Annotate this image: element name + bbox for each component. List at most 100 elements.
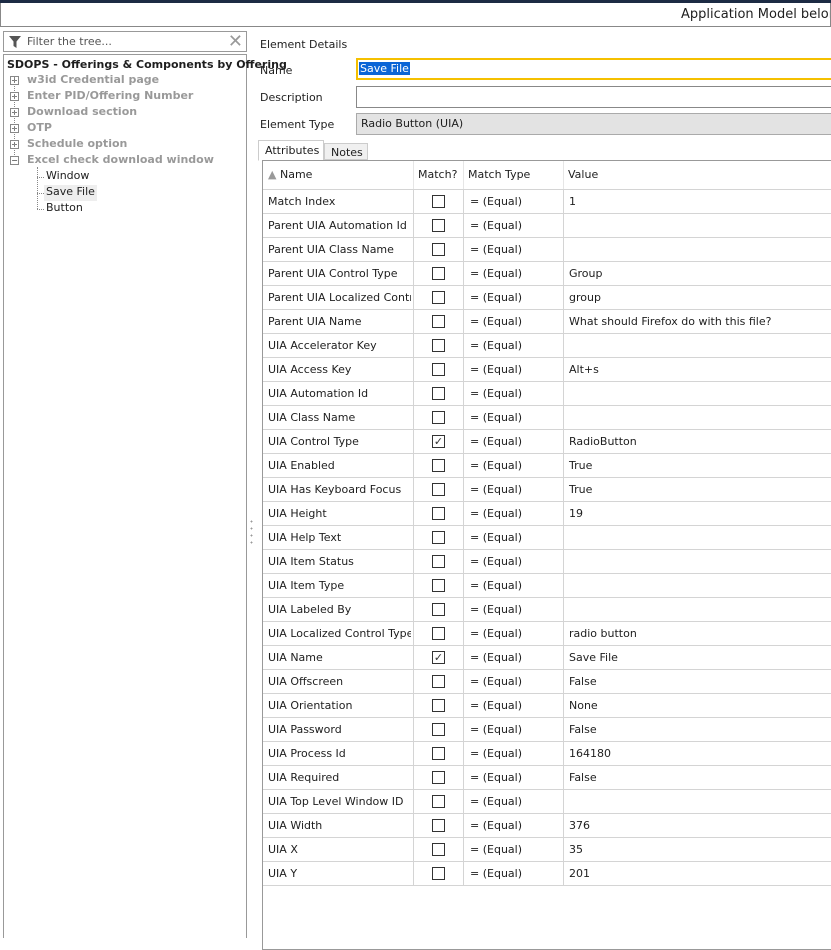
attr-value[interactable]: False — [563, 718, 831, 742]
attr-value[interactable]: Save File — [563, 646, 831, 670]
table-row[interactable]: UIA Item Status = (Equal) — [263, 549, 831, 574]
attr-value[interactable]: radio button — [563, 622, 831, 646]
match-checkbox[interactable] — [432, 219, 445, 232]
table-row[interactable]: UIA Offscreen = (Equal) False — [263, 669, 831, 694]
match-type[interactable]: = (Equal) — [463, 214, 563, 238]
match-type[interactable]: = (Equal) — [463, 598, 563, 622]
table-row[interactable]: Parent UIA Class Name = (Equal) — [263, 237, 831, 262]
match-type[interactable]: = (Equal) — [463, 742, 563, 766]
match-type[interactable]: = (Equal) — [463, 718, 563, 742]
table-row[interactable]: Match Index = (Equal) 1 — [263, 189, 831, 214]
attr-value[interactable]: 19 — [563, 502, 831, 526]
attr-value[interactable]: RadioButton — [563, 430, 831, 454]
match-type[interactable]: = (Equal) — [463, 838, 563, 862]
table-row[interactable]: Parent UIA Name = (Equal) What should Fi… — [263, 309, 831, 334]
match-type[interactable]: = (Equal) — [463, 646, 563, 670]
table-row[interactable]: UIA Automation Id = (Equal) — [263, 381, 831, 406]
table-row[interactable]: UIA Enabled = (Equal) True — [263, 453, 831, 478]
header-value[interactable]: Value — [568, 168, 598, 181]
description-input[interactable] — [356, 86, 831, 108]
match-type[interactable]: = (Equal) — [463, 550, 563, 574]
attr-value[interactable]: 376 — [563, 814, 831, 838]
attr-value[interactable]: 1 — [563, 190, 831, 214]
table-row[interactable]: UIA Process Id = (Equal) 164180 — [263, 741, 831, 766]
tree-node[interactable]: + w3id Credential page — [10, 73, 159, 89]
match-checkbox[interactable] — [432, 411, 445, 424]
attr-value[interactable] — [563, 334, 831, 358]
table-row[interactable]: UIA Height = (Equal) 19 — [263, 501, 831, 526]
match-checkbox[interactable] — [432, 315, 445, 328]
match-type[interactable]: = (Equal) — [463, 670, 563, 694]
table-row[interactable]: UIA Class Name = (Equal) — [263, 405, 831, 430]
table-row[interactable]: UIA Top Level Window ID = (Equal) — [263, 789, 831, 814]
match-type[interactable]: = (Equal) — [463, 238, 563, 262]
match-checkbox[interactable] — [432, 291, 445, 304]
attr-value[interactable] — [563, 598, 831, 622]
match-type[interactable]: = (Equal) — [463, 694, 563, 718]
table-row[interactable]: UIA Localized Control Type = (Equal) rad… — [263, 621, 831, 646]
match-checkbox[interactable] — [432, 771, 445, 784]
match-checkbox[interactable] — [432, 195, 445, 208]
match-type[interactable]: = (Equal) — [463, 358, 563, 382]
table-row[interactable]: UIA X = (Equal) 35 — [263, 837, 831, 862]
tree-node[interactable]: + OTP — [10, 121, 52, 137]
match-checkbox[interactable] — [432, 267, 445, 280]
table-row[interactable]: UIA Item Type = (Equal) — [263, 573, 831, 598]
match-type[interactable]: = (Equal) — [463, 790, 563, 814]
match-checkbox[interactable] — [432, 531, 445, 544]
name-input[interactable]: Save File — [356, 58, 831, 80]
table-row[interactable]: UIA Width = (Equal) 376 — [263, 813, 831, 838]
attr-value[interactable] — [563, 574, 831, 598]
attr-value[interactable] — [563, 214, 831, 238]
element-tree[interactable]: SDOPS - Offerings & Components by Offeri… — [3, 54, 287, 938]
attr-value[interactable] — [563, 790, 831, 814]
match-checkbox[interactable]: ✓ — [432, 651, 445, 664]
table-row[interactable]: UIA Name ✓ = (Equal) Save File — [263, 645, 831, 670]
table-row[interactable]: UIA Help Text = (Equal) — [263, 525, 831, 550]
attr-value[interactable]: True — [563, 454, 831, 478]
table-row[interactable]: UIA Access Key = (Equal) Alt+s — [263, 357, 831, 382]
match-checkbox[interactable]: ✓ — [432, 435, 445, 448]
match-type[interactable]: = (Equal) — [463, 502, 563, 526]
tree-leaf[interactable]: Save File — [44, 185, 97, 201]
match-checkbox[interactable] — [432, 579, 445, 592]
table-row[interactable]: UIA Y = (Equal) 201 — [263, 861, 831, 886]
tab-attributes[interactable]: Attributes — [258, 140, 324, 161]
attr-value[interactable] — [563, 550, 831, 574]
table-row[interactable]: Parent UIA Localized Contr... = (Equal) … — [263, 285, 831, 310]
attr-value[interactable]: False — [563, 766, 831, 790]
attr-value[interactable]: 201 — [563, 862, 831, 886]
clear-filter-icon[interactable]: ✕ — [228, 31, 243, 52]
attr-value[interactable]: group — [563, 286, 831, 310]
tree-node[interactable]: + Enter PID/Offering Number — [10, 89, 193, 105]
match-type[interactable]: = (Equal) — [463, 814, 563, 838]
attr-value[interactable] — [563, 238, 831, 262]
match-type[interactable]: = (Equal) — [463, 862, 563, 886]
tree-root[interactable]: SDOPS - Offerings & Components by Offeri… — [7, 58, 287, 71]
attr-value[interactable]: 164180 — [563, 742, 831, 766]
match-type[interactable]: = (Equal) — [463, 310, 563, 334]
attr-value[interactable]: None — [563, 694, 831, 718]
match-type[interactable]: = (Equal) — [463, 262, 563, 286]
match-checkbox[interactable] — [432, 699, 445, 712]
match-checkbox[interactable] — [432, 627, 445, 640]
tree-filter-input[interactable]: Filter the tree... ✕ — [3, 31, 247, 52]
match-checkbox[interactable] — [432, 843, 445, 856]
attr-value[interactable]: What should Firefox do with this file? — [563, 310, 831, 334]
match-type[interactable]: = (Equal) — [463, 454, 563, 478]
match-type[interactable]: = (Equal) — [463, 286, 563, 310]
header-match-type[interactable]: Match Type — [468, 168, 530, 181]
table-row[interactable]: UIA Required = (Equal) False — [263, 765, 831, 790]
tree-node[interactable]: + Download section — [10, 105, 137, 121]
match-checkbox[interactable] — [432, 867, 445, 880]
attr-value[interactable]: Group — [563, 262, 831, 286]
attr-value[interactable] — [563, 526, 831, 550]
match-type[interactable]: = (Equal) — [463, 478, 563, 502]
match-type[interactable]: = (Equal) — [463, 190, 563, 214]
match-type[interactable]: = (Equal) — [463, 406, 563, 430]
match-checkbox[interactable] — [432, 555, 445, 568]
match-checkbox[interactable] — [432, 723, 445, 736]
match-type[interactable]: = (Equal) — [463, 526, 563, 550]
match-checkbox[interactable] — [432, 459, 445, 472]
table-row[interactable]: UIA Labeled By = (Equal) — [263, 597, 831, 622]
